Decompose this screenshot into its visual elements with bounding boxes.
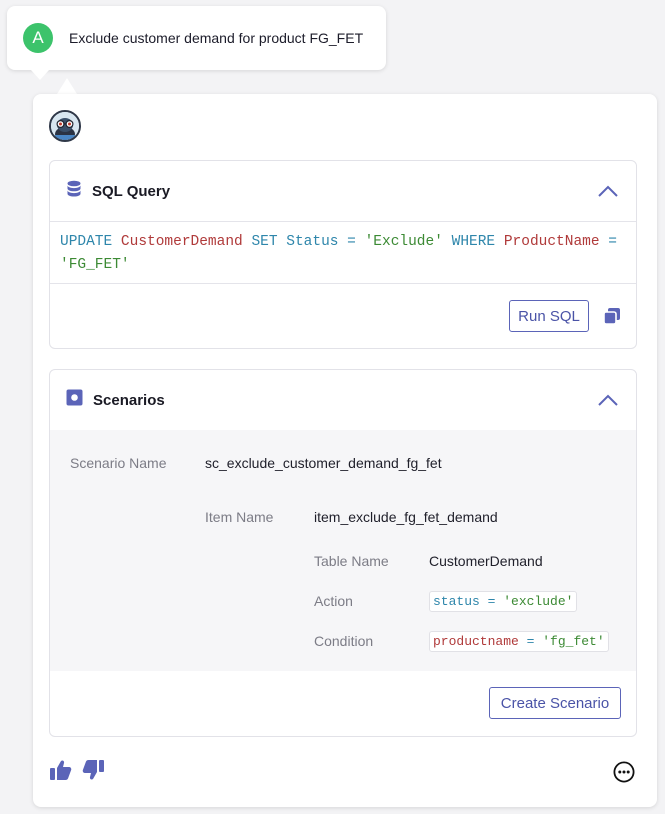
- action-code: status = 'exclude': [429, 591, 578, 612]
- scenario-icon: [66, 389, 83, 411]
- scenario-details: Scenario Name sc_exclude_customer_demand…: [50, 430, 636, 671]
- sql-token: =: [338, 234, 365, 250]
- sql-token: 'FG_FET': [60, 257, 130, 273]
- user-avatar: A: [23, 23, 53, 53]
- sql-token: 'Exclude': [364, 234, 443, 250]
- sql-panel-header[interactable]: SQL Query: [50, 161, 636, 221]
- assistant-response-card: SQL Query UPDATE CustomerDemand SET Stat…: [33, 94, 657, 807]
- table-name-label: Table Name: [314, 553, 389, 569]
- scenario-name-value: sc_exclude_customer_demand_fg_fet: [205, 455, 442, 471]
- condition-label: Condition: [314, 633, 374, 649]
- sql-code-block: UPDATE CustomerDemand SET Status = 'Excl…: [50, 221, 636, 284]
- chevron-up-icon[interactable]: [596, 181, 620, 201]
- assistant-pointer: [57, 78, 77, 94]
- user-message-text: Exclude customer demand for product FG_F…: [69, 30, 364, 46]
- sql-query-panel: SQL Query UPDATE CustomerDemand SET Stat…: [49, 160, 637, 349]
- user-message-bubble: A Exclude customer demand for product FG…: [7, 6, 386, 80]
- scenarios-panel-header[interactable]: Scenarios: [50, 370, 636, 430]
- condition-code: productname = 'fg_fet': [429, 631, 609, 652]
- thumbs-down-icon[interactable]: [81, 758, 105, 782]
- sql-token: ProductName: [503, 234, 600, 250]
- database-icon: [66, 180, 82, 203]
- copy-icon[interactable]: [603, 307, 621, 325]
- chevron-up-icon[interactable]: [596, 390, 620, 410]
- sql-token: UPDATE: [60, 234, 113, 250]
- action-label: Action: [314, 593, 353, 609]
- sql-token: SET: [251, 234, 278, 250]
- sql-token: WHERE: [451, 234, 496, 250]
- create-scenario-button[interactable]: Create Scenario: [489, 687, 621, 719]
- run-sql-button[interactable]: Run SQL: [509, 300, 589, 332]
- more-options-icon[interactable]: [613, 761, 635, 783]
- item-name-value: item_exclude_fg_fet_demand: [314, 509, 498, 525]
- sql-token: CustomerDemand: [120, 234, 243, 250]
- scenarios-panel: Scenarios Scenario Name sc_exclude_custo…: [49, 369, 637, 737]
- thumbs-up-icon[interactable]: [49, 758, 73, 782]
- item-name-label: Item Name: [205, 509, 274, 525]
- table-name-value: CustomerDemand: [429, 553, 543, 569]
- sql-token: Status: [286, 234, 339, 250]
- bot-avatar: [49, 110, 81, 142]
- scenarios-panel-title: Scenarios: [93, 391, 165, 409]
- sql-token: =: [599, 234, 617, 250]
- sql-panel-title: SQL Query: [92, 182, 171, 200]
- scenario-name-label: Scenario Name: [70, 455, 167, 471]
